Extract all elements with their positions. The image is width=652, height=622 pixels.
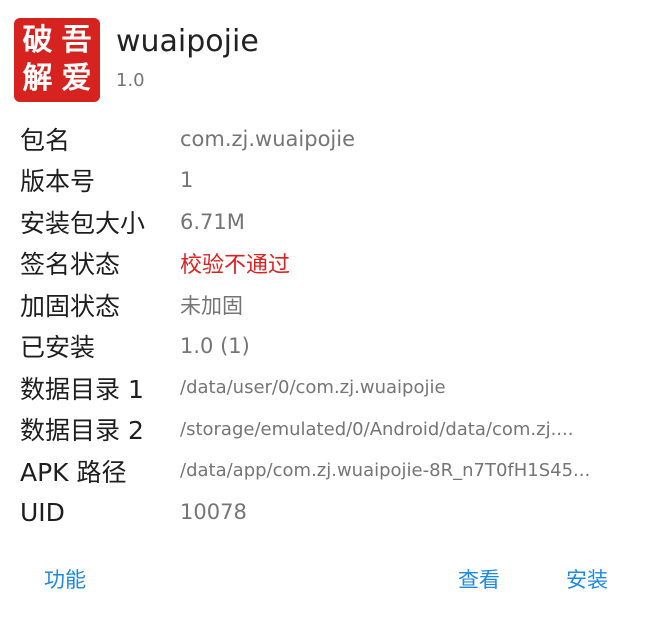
info-row-data-dir-1: 数据目录 1 /data/user/0/com.zj.wuaipojie xyxy=(20,367,640,409)
info-label: 已安装 xyxy=(20,333,96,363)
info-row-signature-status: 签名状态 校验不通过 xyxy=(20,243,640,285)
info-row-data-dir-2: 数据目录 2 /storage/emulated/0/Android/data/… xyxy=(20,409,640,451)
info-value: com.zj.wuaipojie xyxy=(180,126,356,151)
app-info-dialog: 破 吾 解 爱 wuaipojie 1.0 包名 com.zj.wuaipoji… xyxy=(0,0,652,622)
app-header: 破 吾 解 爱 wuaipojie 1.0 xyxy=(14,18,259,102)
info-label: APK 路径 xyxy=(20,457,127,487)
info-label: UID xyxy=(20,497,65,527)
info-row-apk-path: APK 路径 /data/app/com.zj.wuaipojie-8R_n7T… xyxy=(20,450,640,492)
info-row-uid: UID 10078 xyxy=(20,492,640,534)
info-value: /storage/emulated/0/Android/data/com.zj.… xyxy=(180,418,574,440)
app-icon-char: 破 xyxy=(22,23,53,58)
function-button[interactable]: 功能 xyxy=(38,560,92,598)
info-row-installed: 已安装 1.0 (1) xyxy=(20,326,640,368)
info-row-version-code: 版本号 1 xyxy=(20,160,640,202)
app-icon-char: 爱 xyxy=(61,61,92,96)
app-icon-char: 吾 xyxy=(61,23,92,58)
app-icon: 破 吾 解 爱 xyxy=(14,18,100,102)
info-value: /data/app/com.zj.wuaipojie-8R_n7T0fH1S45… xyxy=(180,460,591,482)
info-value: 未加固 xyxy=(180,293,243,318)
info-row-package-name: 包名 com.zj.wuaipojie xyxy=(20,118,640,160)
signature-status-value: 校验不通过 xyxy=(180,253,291,279)
app-name: wuaipojie xyxy=(116,24,259,59)
view-button[interactable]: 查看 xyxy=(452,560,506,598)
info-list: 包名 com.zj.wuaipojie 版本号 1 安装包大小 6.71M 签名… xyxy=(20,118,640,533)
info-label: 包名 xyxy=(20,125,71,155)
info-label: 安装包大小 xyxy=(20,208,146,238)
info-value: 10078 xyxy=(180,500,247,525)
info-row-hardening-status: 加固状态 未加固 xyxy=(20,284,640,326)
info-label: 签名状态 xyxy=(20,250,121,280)
install-button[interactable]: 安装 xyxy=(560,560,614,598)
app-icon-char: 解 xyxy=(22,61,53,96)
info-label: 数据目录 2 xyxy=(20,416,144,446)
info-row-package-size: 安装包大小 6.71M xyxy=(20,201,640,243)
info-label: 加固状态 xyxy=(20,291,121,321)
app-meta: wuaipojie 1.0 xyxy=(116,18,259,92)
dialog-actions: 功能 查看 安装 xyxy=(0,560,652,604)
info-value: /data/user/0/com.zj.wuaipojie xyxy=(180,377,446,399)
info-value: 1.0 (1) xyxy=(180,334,250,359)
info-label: 版本号 xyxy=(20,167,96,197)
info-value: 6.71M xyxy=(180,209,245,234)
info-label: 数据目录 1 xyxy=(20,374,144,404)
app-version: 1.0 xyxy=(116,70,145,91)
info-value: 1 xyxy=(180,168,194,193)
